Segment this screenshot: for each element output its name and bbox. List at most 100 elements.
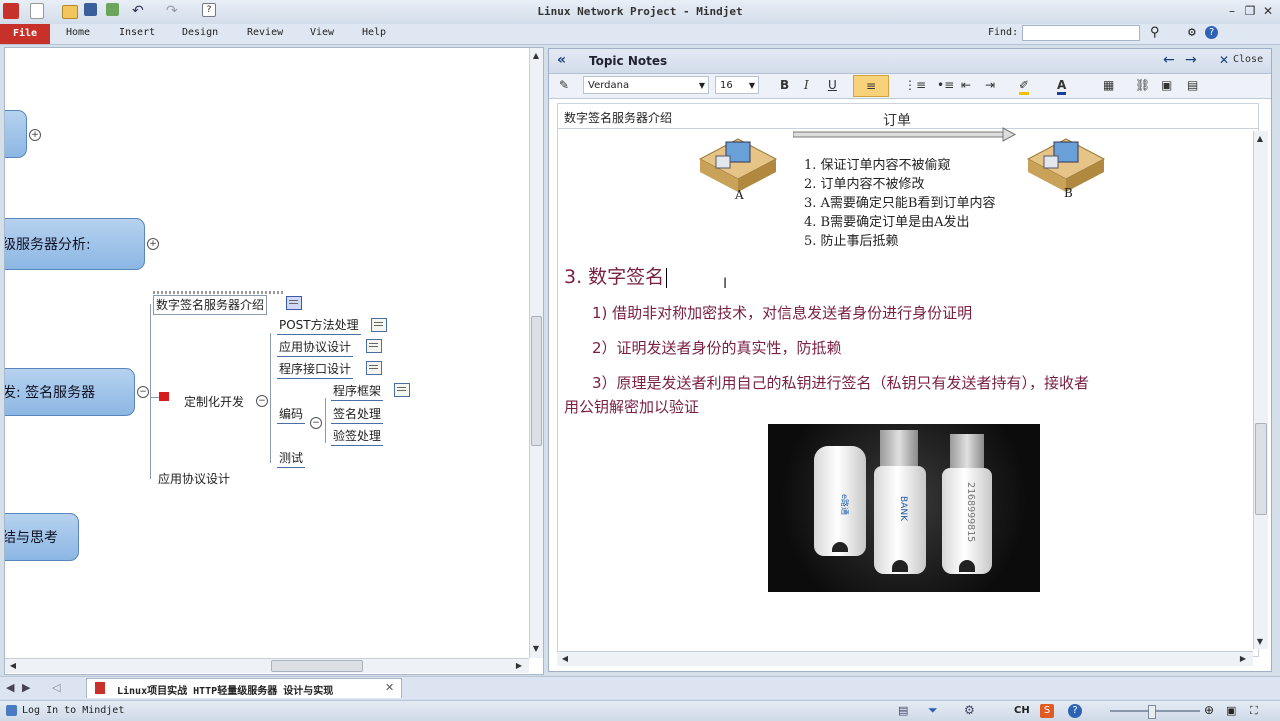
tab-help[interactable]: Help: [362, 27, 386, 38]
bullet-list-icon[interactable]: •≡: [937, 78, 954, 92]
font-size-select[interactable]: 16 ▼: [715, 76, 759, 94]
tab-review[interactable]: Review: [247, 27, 283, 38]
topic-protocol[interactable]: 应用协议设计: [156, 470, 232, 488]
indent-icon[interactable]: ⇥: [985, 78, 995, 92]
fullscreen-icon[interactable]: ⛶: [1250, 704, 1258, 718]
scroll-right-icon[interactable]: ▶: [513, 661, 525, 670]
close-tab-icon[interactable]: ✕: [385, 681, 394, 694]
tab-prev-icon[interactable]: ◀: [6, 681, 14, 694]
scroll-up-icon[interactable]: ▲: [530, 51, 542, 60]
zoom-slider[interactable]: [1110, 705, 1200, 719]
settings-icon[interactable]: ⚙: [964, 703, 975, 717]
prev-topic-icon[interactable]: ←: [1163, 52, 1175, 68]
collapse-icon[interactable]: −: [310, 417, 322, 429]
scroll-thumb[interactable]: [271, 660, 363, 672]
sub-sign[interactable]: 签名处理: [331, 405, 384, 424]
options-icon[interactable]: ⚙: [1188, 25, 1196, 40]
scroll-down-icon[interactable]: ▼: [530, 644, 542, 653]
binoculars-icon[interactable]: ⚲: [1150, 25, 1160, 40]
notes-vertical-scrollbar[interactable]: ▲ ▼: [1253, 131, 1268, 649]
notes-icon[interactable]: [286, 296, 302, 310]
expand-icon[interactable]: +: [147, 238, 159, 250]
selection-handle[interactable]: [153, 291, 283, 294]
find-input[interactable]: [1022, 25, 1140, 41]
layout-icon[interactable]: ▤: [898, 704, 908, 717]
map-node-server-analysis[interactable]: 级服务器分析:: [5, 218, 145, 270]
notes-horizontal-scrollbar[interactable]: ◀ ▶: [557, 651, 1253, 666]
sub-verify[interactable]: 验签处理: [331, 427, 384, 446]
notes-icon[interactable]: [371, 318, 387, 332]
collapse-icon[interactable]: −: [137, 386, 149, 398]
input-method-icon[interactable]: S: [1040, 704, 1054, 718]
numbered-list-icon[interactable]: ⋮≡: [904, 78, 926, 92]
usb-key-photo: e路通 BANK 2168999815: [768, 424, 1040, 592]
map-node-sign-server[interactable]: 发: 签名服务器: [5, 368, 135, 416]
tab-view[interactable]: View: [310, 27, 334, 38]
expand-icon[interactable]: +: [29, 129, 41, 141]
sub-framework[interactable]: 程序框架: [331, 382, 384, 401]
filter-icon[interactable]: ⏷: [928, 703, 938, 718]
collapse-icon[interactable]: −: [256, 395, 268, 407]
help-icon[interactable]: ?: [1205, 26, 1218, 39]
map-horizontal-scrollbar[interactable]: ◀ ▶: [5, 658, 529, 673]
collapse-pane-icon[interactable]: «: [557, 52, 566, 68]
minimize-icon[interactable]: –: [1224, 4, 1240, 18]
close-window-icon[interactable]: ✕: [1260, 4, 1276, 18]
mindmap-canvas[interactable]: + 级服务器分析: + 发: 签名服务器 − 结与思考 数字签名服务器介绍 定制…: [4, 47, 544, 675]
scroll-thumb[interactable]: [1255, 423, 1267, 515]
notes-icon[interactable]: [366, 339, 382, 353]
sub-interface[interactable]: 程序接口设计: [277, 360, 354, 379]
font-family-select[interactable]: Verdana ▼: [583, 76, 709, 94]
login-link[interactable]: Log In to Mindjet: [22, 705, 124, 716]
scroll-right-icon[interactable]: ▶: [1237, 654, 1249, 663]
tab-insert[interactable]: Insert: [119, 27, 155, 38]
tab-design[interactable]: Design: [182, 27, 218, 38]
tab-first-icon[interactable]: ◁: [52, 681, 60, 694]
close-button[interactable]: Close: [1233, 54, 1263, 65]
notes-icon[interactable]: [394, 383, 410, 397]
notes-title: Topic Notes: [589, 54, 668, 68]
tab-home[interactable]: Home: [66, 27, 90, 38]
map-node-summary[interactable]: 结与思考: [5, 513, 79, 561]
zoom-thumb[interactable]: [1148, 705, 1156, 719]
tab-next-icon[interactable]: ▶: [22, 681, 30, 694]
next-topic-icon[interactable]: →: [1185, 52, 1197, 68]
format-painter-icon[interactable]: ✎: [559, 78, 569, 92]
link-icon[interactable]: ⛓: [1135, 78, 1150, 92]
scroll-thumb[interactable]: [531, 316, 542, 446]
italic-icon[interactable]: I: [804, 78, 809, 92]
close-icon[interactable]: ✕: [1219, 53, 1229, 67]
usb-key: e路通: [814, 446, 866, 556]
sub-test[interactable]: 测试: [277, 449, 306, 468]
align-left-icon[interactable]: ≡: [853, 75, 889, 97]
image-icon[interactable]: ▣: [1161, 78, 1172, 92]
highlight-icon[interactable]: ✐: [1019, 78, 1030, 95]
table-icon[interactable]: ▦: [1103, 78, 1114, 92]
scroll-left-icon[interactable]: ◀: [7, 661, 19, 670]
notes-editor[interactable]: 数字签名服务器介绍 A 订单 B 1. 保证订单内容不被偷窥 2. 订单内容不被…: [557, 103, 1259, 657]
help-status-icon[interactable]: ?: [1068, 704, 1082, 718]
sub-coding[interactable]: 编码: [277, 405, 306, 424]
topic-custom-dev[interactable]: 定制化开发: [182, 393, 246, 411]
ime-indicator[interactable]: CH: [1014, 705, 1030, 716]
connector: [270, 333, 271, 463]
outdent-icon[interactable]: ⇤: [961, 78, 971, 92]
underline-icon[interactable]: U: [828, 78, 837, 92]
doc-tab[interactable]: Linux项目实战 HTTP轻量级服务器 设计与实现 ✕: [86, 678, 402, 698]
bold-icon[interactable]: B: [780, 78, 789, 92]
map-vertical-scrollbar[interactable]: ▲ ▼: [529, 48, 543, 658]
map-node-top[interactable]: [5, 110, 27, 158]
fit-icon[interactable]: ▣: [1226, 704, 1236, 717]
scroll-down-icon[interactable]: ▼: [1254, 637, 1266, 646]
zoom-in-icon[interactable]: ⊕: [1204, 703, 1214, 717]
scroll-up-icon[interactable]: ▲: [1254, 134, 1266, 143]
notes-icon[interactable]: [366, 361, 382, 375]
more-tools-icon[interactable]: ▤: [1187, 78, 1198, 92]
tab-file[interactable]: File: [0, 24, 50, 44]
sub-post[interactable]: POST方法处理: [277, 316, 361, 335]
font-color-icon[interactable]: A: [1057, 78, 1067, 95]
scroll-left-icon[interactable]: ◀: [559, 654, 571, 663]
topic-selected[interactable]: 数字签名服务器介绍: [153, 295, 268, 315]
restore-icon[interactable]: ❐: [1242, 4, 1258, 18]
sub-protocol[interactable]: 应用协议设计: [277, 338, 354, 357]
